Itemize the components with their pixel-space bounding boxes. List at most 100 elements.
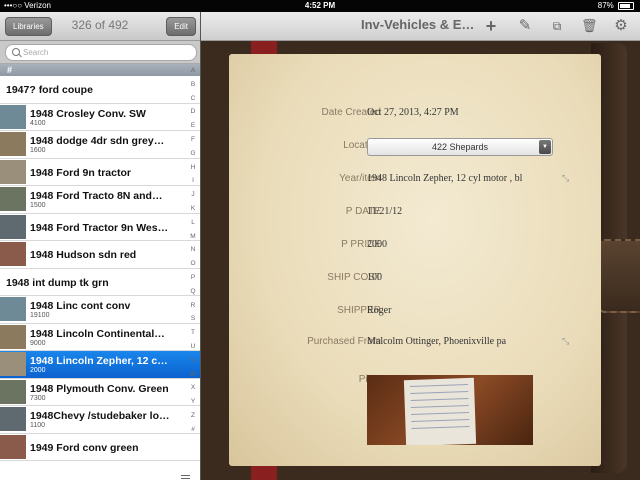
field-date-created: Date Created Oct 27, 2013, 4:27 PM [229, 101, 601, 127]
list-item-subtitle: 7300 [30, 394, 46, 402]
thumbnail-image [0, 352, 26, 376]
bookmark-ribbon-bottom [251, 466, 277, 480]
list-item[interactable]: 1948 Crosley Conv. SW 4100 [0, 103, 200, 131]
edit-button[interactable]: Edit [166, 17, 196, 36]
trash-icon[interactable]: 🗑 [581, 18, 598, 34]
thumbnail-image [0, 379, 26, 404]
index-letter[interactable]: I [186, 174, 200, 188]
list-item[interactable]: 1948Chevy /studebaker lo… 1100 [0, 406, 200, 434]
list-item-subtitle: 1100 [30, 422, 46, 429]
duplicate-icon[interactable]: ⧉ [549, 18, 565, 34]
field-ship-cost[interactable]: SHIP COST 100 [229, 266, 601, 292]
list-item-title: 1948 Linc cont conv [30, 300, 131, 312]
index-letter[interactable]: N [186, 243, 200, 257]
thumbnail-image [0, 132, 26, 156]
list-toolbar: Libraries 326 of 492 Edit [0, 12, 200, 41]
add-icon[interactable]: + [483, 17, 499, 35]
list-item-title: 1947? ford coupe [6, 84, 93, 96]
list-item-title: 1948 Ford Tractor 9n Wes… [30, 221, 169, 234]
pencil-icon[interactable]: ✎ [517, 18, 533, 34]
list-item-title: 1948 Ford 9n tractor [30, 166, 131, 179]
list-item[interactable]: 1948 Hudson sdn red [0, 241, 200, 269]
list-item-subtitle: 9000 [30, 339, 46, 347]
field-year-item[interactable]: Year/item 1948 Lincoln Zepher, 12 cyl mo… [229, 167, 601, 193]
index-letter[interactable]: U [186, 340, 200, 354]
list-item[interactable]: 1948 Linc cont conv 19100 [0, 296, 200, 324]
record-detail-panel: Inv-Vehicles & E… + ✎ ⧉ 🗑 ⚙ Date Created… [201, 12, 640, 480]
list-item[interactable]: 1949 Ford conv green [0, 433, 200, 461]
index-letter[interactable]: L [186, 216, 200, 230]
index-letter[interactable]: M [186, 230, 200, 244]
thumbnail-image [0, 434, 26, 459]
index-letter[interactable]: B [186, 78, 200, 92]
list-item[interactable]: 1948 int dump tk grn [0, 268, 200, 296]
thumbnail-image [0, 104, 26, 129]
index-letter[interactable]: T [186, 326, 200, 340]
index-letter[interactable]: Y [186, 395, 200, 409]
list-item[interactable]: 1948 dodge 4dr sdn grey… 1600 [0, 131, 200, 159]
list-item[interactable]: 1948 Ford 9n tractor [0, 158, 200, 186]
list-item-title: 1948 Crosley Conv. SW [30, 107, 146, 120]
list-item-title: 1948 Hudson sdn red [30, 249, 137, 261]
battery-percent: 87% [597, 1, 614, 10]
index-letter[interactable]: G [186, 147, 200, 161]
book-strap [597, 239, 640, 313]
detail-toolbar: Inv-Vehicles & E… + ✎ ⧉ 🗑 ⚙ [201, 12, 640, 41]
list-item-subtitle: 1500 [30, 202, 46, 209]
search-icon [12, 48, 20, 56]
index-letter[interactable]: R [186, 299, 200, 313]
list-item-subtitle: 4100 [30, 119, 46, 127]
index-letter[interactable]: V [186, 354, 200, 368]
index-letter[interactable]: # [186, 423, 200, 437]
field-shipper[interactable]: SHIPPER Roger [229, 299, 601, 325]
index-letter[interactable]: C [186, 92, 200, 106]
record-list: # 1947? ford coupe 1948 Crosley Conv. SW 4… [0, 64, 200, 480]
index-letter[interactable]: H [186, 161, 200, 175]
record-page: Date Created Oct 27, 2013, 4:27 PM Locat… [229, 54, 601, 466]
thumbnail-image [0, 159, 26, 184]
field-location: Location 422 Shepards ▼ [229, 134, 601, 160]
index-letter[interactable]: O [186, 257, 200, 271]
search-input[interactable]: Search [5, 44, 197, 61]
list-item[interactable]: 1947? ford coupe [0, 76, 200, 104]
list-item-subtitle: 2000 [30, 367, 46, 374]
list-menu-icon[interactable] [181, 475, 190, 480]
location-select[interactable]: 422 Shepards ▼ [367, 138, 553, 156]
expand-icon[interactable]: ⤡ [562, 173, 569, 184]
list-item-title: 1948 Lincoln Continental… [30, 327, 165, 340]
index-letter[interactable]: W [186, 368, 200, 382]
field-value: 1948 Lincoln Zepher, 12 cyl motor , bl [367, 173, 523, 184]
gear-icon[interactable]: ⚙ [613, 18, 629, 34]
index-letter[interactable]: Z [186, 409, 200, 423]
alphabet-index[interactable]: A B C D E F G H I J K L M N O P Q R S T U V W X Y Z # [186, 64, 200, 480]
index-letter[interactable]: P [186, 271, 200, 285]
list-item[interactable]: 1948 Ford Tractor 9n Wes… [0, 213, 200, 241]
list-item-subtitle: 1600 [30, 147, 46, 154]
index-letter[interactable]: S [186, 312, 200, 326]
list-item-title: 1948 int dump tk grn [6, 276, 109, 289]
thumbnail-image [0, 214, 26, 239]
expand-icon[interactable]: ⤡ [562, 336, 569, 347]
list-item[interactable]: 1948 Lincoln Continental… 9000 [0, 323, 200, 351]
status-bar: •••○○ Verizon 4:52 PM 87% [0, 0, 640, 12]
index-letter[interactable]: E [186, 119, 200, 133]
index-letter[interactable]: J [186, 188, 200, 202]
handwritten-note-photo [403, 377, 477, 445]
index-letter[interactable]: D [186, 105, 200, 119]
field-p-price[interactable]: P PRICE 2000 [229, 233, 601, 259]
library-title: Inv-Vehicles & E… [361, 17, 475, 32]
index-letter[interactable]: K [186, 202, 200, 216]
index-letter[interactable]: Q [186, 285, 200, 299]
list-item[interactable]: 1948 Ford Tracto 8N and… 1500 [0, 186, 200, 214]
list-item[interactable]: 1948 Lincoln Zepher, 12 c… 2000 [0, 351, 200, 379]
index-letter[interactable]: F [186, 133, 200, 147]
field-purchased-from[interactable]: Purchased From Malcolm Ottinger, Phoenix… [229, 330, 601, 356]
list-item-title: 1948 Plymouth Conv. Green [30, 382, 169, 395]
bookmark-ribbon-top [251, 41, 277, 55]
field-p-date[interactable]: P DATE 11/21/12 [229, 200, 601, 226]
index-letter[interactable]: A [186, 64, 200, 78]
list-item[interactable]: 1948 Plymouth Conv. Green 7300 [0, 378, 200, 406]
index-letter[interactable]: X [186, 381, 200, 395]
pic-1-image[interactable] [367, 375, 533, 445]
thumbnail-image [0, 407, 26, 431]
